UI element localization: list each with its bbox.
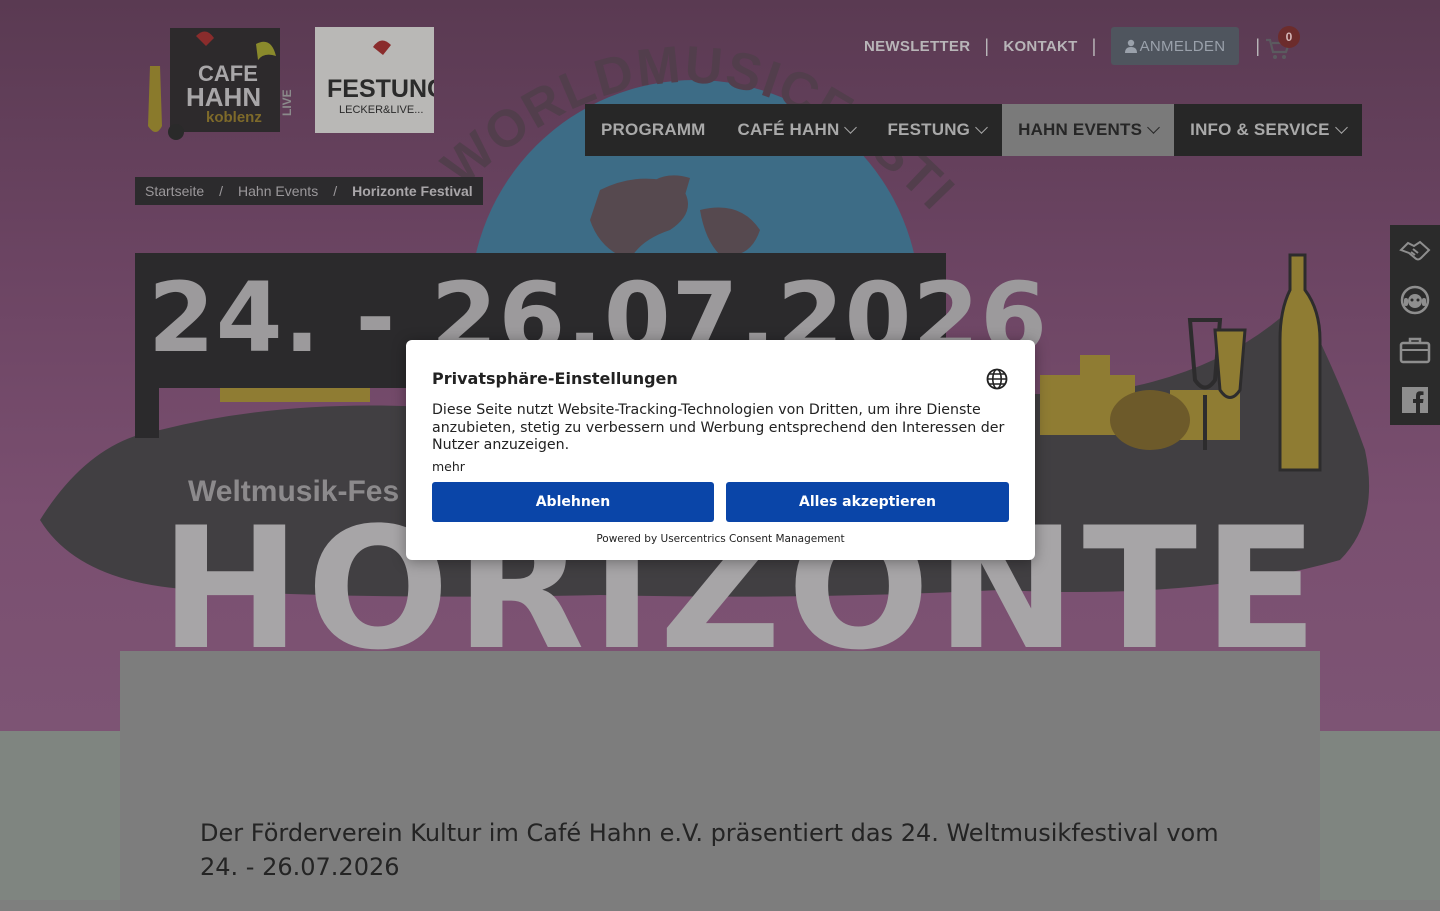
powered-by-text: Powered by Usercentrics Consent Manageme… xyxy=(596,533,845,545)
nav-item-festung[interactable]: FESTUNG xyxy=(871,104,1002,156)
language-globe-icon[interactable] xyxy=(986,368,1008,390)
nav-item-label: INFO & SERVICE xyxy=(1190,120,1330,139)
breadcrumb-parent[interactable]: Hahn Events xyxy=(238,183,318,199)
svg-text:LIVE: LIVE xyxy=(280,89,294,116)
svg-text:HAHN: HAHN xyxy=(186,82,261,112)
nav-item-info-service[interactable]: INFO & SERVICE xyxy=(1174,104,1361,156)
intro-paragraph: Der Förderverein Kultur im Café Hahn e.V… xyxy=(200,819,1219,881)
separator: | xyxy=(1091,35,1097,56)
more-link[interactable]: mehr xyxy=(432,459,465,474)
login-label: ANMELDEN xyxy=(1139,37,1226,55)
login-button[interactable]: ANMELDEN xyxy=(1110,27,1240,65)
svg-text:LECKER&LIVE...: LECKER&LIVE... xyxy=(339,104,423,116)
chevron-down-icon xyxy=(1334,121,1348,134)
decline-button[interactable]: Ablehnen xyxy=(432,482,714,522)
nav-item-label: FESTUNG xyxy=(887,120,971,139)
handshake-icon[interactable] xyxy=(1390,225,1440,275)
nav-item-cafe-hahn[interactable]: CAFÉ HAHN xyxy=(722,104,872,156)
svg-text:FESTUNG: FESTUNG xyxy=(327,75,434,103)
nav-item-label: CAFÉ HAHN xyxy=(737,120,840,139)
main-navigation: PROGRAMM CAFÉ HAHN FESTUNG HAHN EVENTS I… xyxy=(585,104,1362,156)
chevron-down-icon xyxy=(975,121,988,134)
cart-count-badge: 0 xyxy=(1278,26,1300,48)
svg-text:koblenz: koblenz xyxy=(206,109,262,126)
separator: | xyxy=(984,35,990,56)
date-banner-tab xyxy=(135,388,159,438)
newsletter-link[interactable]: NEWSLETTER xyxy=(864,38,970,55)
breadcrumb: Startseite / Hahn Events / Horizonte Fes… xyxy=(135,177,483,205)
breadcrumb-current: Horizonte Festival xyxy=(352,183,473,199)
chevron-down-icon xyxy=(1147,121,1161,134)
facebook-icon[interactable] xyxy=(1390,375,1440,425)
festung-logo[interactable]: FESTUNG LECKER&LIVE... xyxy=(315,27,446,133)
cafe-hahn-logo[interactable]: CAFE HAHN koblenz LIVE xyxy=(136,26,306,144)
chevron-down-icon xyxy=(844,121,858,134)
nav-item-programm[interactable]: PROGRAMM xyxy=(585,104,722,156)
breadcrumb-separator: / xyxy=(333,183,338,199)
briefcase-icon[interactable] xyxy=(1390,325,1440,375)
consent-title: Privatsphäre-Einstellungen xyxy=(432,369,678,388)
support-headset-icon[interactable] xyxy=(1390,275,1440,325)
nav-item-label: PROGRAMM xyxy=(601,120,706,139)
nav-item-label: HAHN EVENTS xyxy=(1018,120,1143,139)
user-icon xyxy=(1124,39,1137,53)
consent-dialog: Privatsphäre-Einstellungen Diese Seite n… xyxy=(406,340,1035,560)
kontakt-link[interactable]: KONTAKT xyxy=(1003,38,1077,55)
breadcrumb-home[interactable]: Startseite xyxy=(145,183,204,199)
separator: | xyxy=(1255,35,1261,56)
consent-text: Diese Seite nutzt Website-Tracking-Techn… xyxy=(432,402,1005,453)
top-links: NEWSLETTER | KONTAKT | ANMELDEN | xyxy=(864,27,1274,65)
side-dock xyxy=(1390,225,1440,425)
breadcrumb-separator: / xyxy=(219,183,224,199)
accept-all-button[interactable]: Alles akzeptieren xyxy=(726,482,1009,522)
nav-item-hahn-events[interactable]: HAHN EVENTS xyxy=(1002,104,1175,156)
